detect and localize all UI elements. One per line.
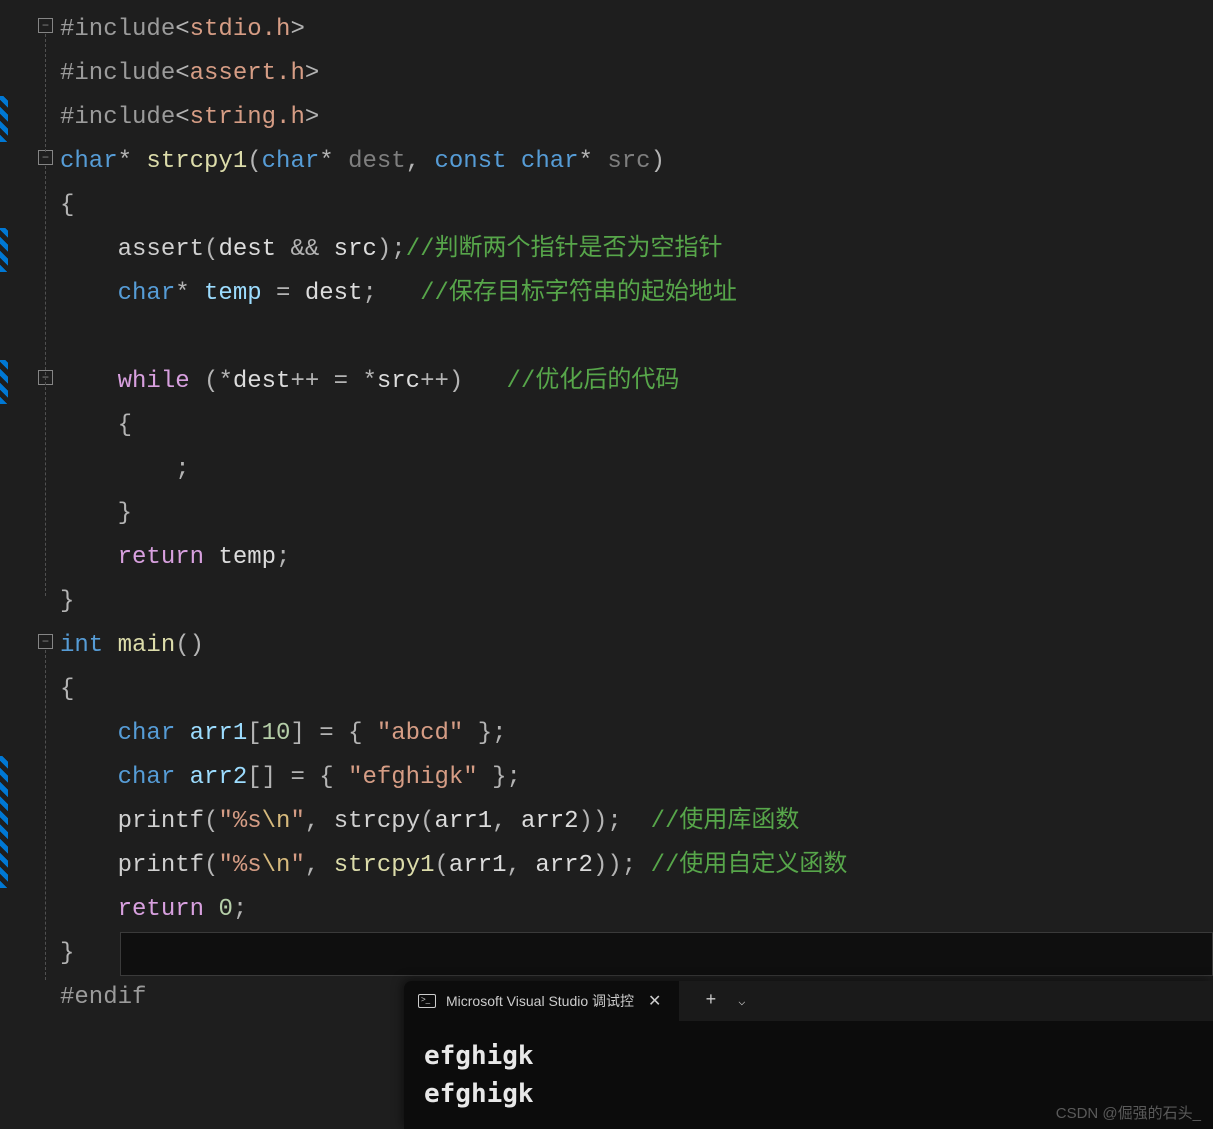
escape: \n (262, 852, 291, 879)
var: arr1 (449, 852, 507, 879)
statement: ; (175, 456, 189, 483)
func-call: printf (118, 808, 204, 835)
header-name: stdio.h (190, 16, 291, 43)
new-tab-button[interactable]: + (705, 991, 716, 1011)
keyword: char (262, 148, 320, 175)
brace: { (60, 192, 74, 219)
keyword: return (118, 544, 204, 571)
watermark: CSDN @倔强的石头_ (1056, 1102, 1201, 1123)
string: "%s (218, 852, 261, 879)
func-call: printf (118, 852, 204, 879)
var: src (377, 368, 420, 395)
keyword: const (435, 148, 507, 175)
keyword: char (60, 148, 118, 175)
fold-toggle[interactable]: − (38, 150, 53, 165)
string: "abcd" (377, 720, 463, 747)
function-name: main (118, 632, 176, 659)
var: arr2 (535, 852, 593, 879)
var: temp (204, 280, 262, 307)
keyword: char (118, 280, 176, 307)
var: dest (218, 236, 276, 263)
terminal-tab-bar: Microsoft Visual Studio 调试控 ✕ + ⌵ (404, 981, 1213, 1021)
brace: } (60, 940, 74, 967)
func-call: strcpy1 (334, 852, 435, 879)
var: arr2 (190, 764, 248, 791)
preproc: #include (60, 104, 175, 131)
brace: { (118, 412, 132, 439)
output-line: efghigk (424, 1037, 1193, 1075)
func-call: assert (118, 236, 204, 263)
brace: } (60, 588, 74, 615)
brace: { (60, 676, 74, 703)
header-name: string.h (190, 104, 305, 131)
keyword: char (118, 764, 176, 791)
fold-gutter: − − − − (30, 0, 60, 1129)
func-call: strcpy (334, 808, 420, 835)
fold-toggle[interactable]: − (38, 18, 53, 33)
tab-dropdown-icon[interactable]: ⌵ (738, 994, 745, 1009)
var: src (334, 236, 377, 263)
preproc: #include (60, 60, 175, 87)
number: 10 (262, 720, 291, 747)
comment: //判断两个指针是否为空指针 (406, 236, 723, 263)
comment: //保存目标字符串的起始地址 (420, 280, 737, 307)
keyword: return (118, 896, 204, 923)
string: "%s (218, 808, 261, 835)
change-gutter (0, 0, 30, 1129)
var: arr2 (521, 808, 579, 835)
brace: } (118, 500, 132, 527)
var: arr1 (435, 808, 493, 835)
comment: //使用库函数 (651, 808, 800, 835)
string: " (290, 852, 304, 879)
string: " (290, 808, 304, 835)
terminal-tab-title: Microsoft Visual Studio 调试控 (446, 991, 634, 1011)
param: dest (348, 148, 406, 175)
var: dest (305, 280, 363, 307)
keyword: char (521, 148, 579, 175)
preproc: #endif (60, 984, 146, 1011)
terminal-icon (418, 994, 436, 1008)
number: 0 (218, 896, 232, 923)
var: temp (218, 544, 276, 571)
code-editor: − − − − #include<stdio.h> #include<asser… (0, 0, 1213, 1129)
op: = (276, 280, 290, 307)
param: src (607, 148, 650, 175)
fold-toggle[interactable]: − (38, 634, 53, 649)
keyword: int (60, 632, 103, 659)
close-icon[interactable]: ✕ (644, 991, 665, 1011)
terminal-actions: + ⌵ (679, 991, 745, 1011)
comment: //优化后的代码 (507, 368, 680, 395)
header-name: assert.h (190, 60, 305, 87)
var: dest (233, 368, 291, 395)
keyword: char (118, 720, 176, 747)
function-name: strcpy1 (146, 148, 247, 175)
var: arr1 (190, 720, 248, 747)
code-content[interactable]: #include<stdio.h> #include<assert.h> #in… (60, 0, 1213, 1129)
terminal-tab[interactable]: Microsoft Visual Studio 调试控 ✕ (404, 981, 679, 1021)
comment: //使用自定义函数 (651, 852, 848, 879)
preproc: #include (60, 16, 175, 43)
escape: \n (262, 808, 291, 835)
op: && (290, 236, 319, 263)
keyword: while (118, 368, 190, 395)
string: "efghigk" (348, 764, 478, 791)
